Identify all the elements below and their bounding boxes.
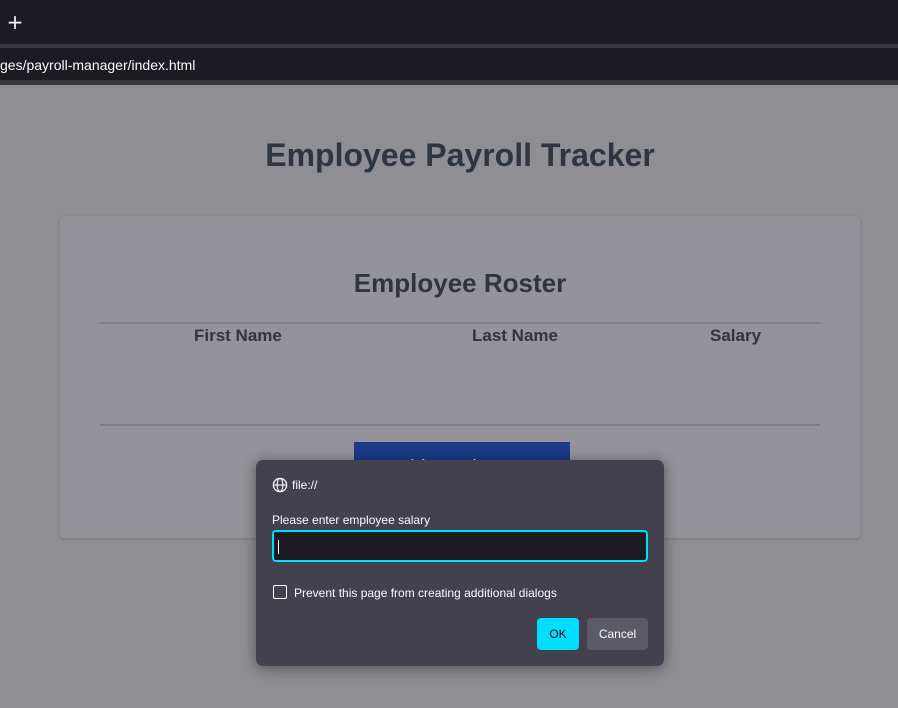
new-tab-button[interactable]: +	[6, 11, 24, 33]
table-divider-top	[100, 322, 820, 324]
dialog-origin: file://	[292, 478, 318, 492]
roster-title: Employee Roster	[353, 268, 567, 298]
salary-input[interactable]	[272, 530, 648, 562]
table-divider-bottom	[100, 424, 820, 426]
cancel-button[interactable]: Cancel	[587, 618, 648, 650]
tab-bar: +	[0, 0, 898, 44]
text-caret	[278, 540, 279, 554]
prevent-dialogs-label[interactable]: Prevent this page from creating addition…	[294, 586, 557, 600]
prompt-message: Please enter employee salary	[272, 513, 431, 527]
url-text[interactable]: ges/payroll-manager/index.html	[0, 57, 195, 73]
prevent-dialogs-checkbox[interactable]	[273, 585, 287, 599]
column-header-first-name: First Name	[194, 326, 282, 345]
column-header-last-name: Last Name	[472, 326, 558, 345]
page-title: Employee Payroll Tracker	[265, 137, 655, 173]
globe-icon	[272, 477, 288, 493]
ok-button[interactable]: OK	[537, 618, 579, 650]
column-header-salary: Salary	[710, 326, 762, 345]
address-bar[interactable]: ges/payroll-manager/index.html	[0, 48, 898, 80]
prompt-dialog: file:// Please enter employee salary Pre…	[256, 460, 664, 666]
